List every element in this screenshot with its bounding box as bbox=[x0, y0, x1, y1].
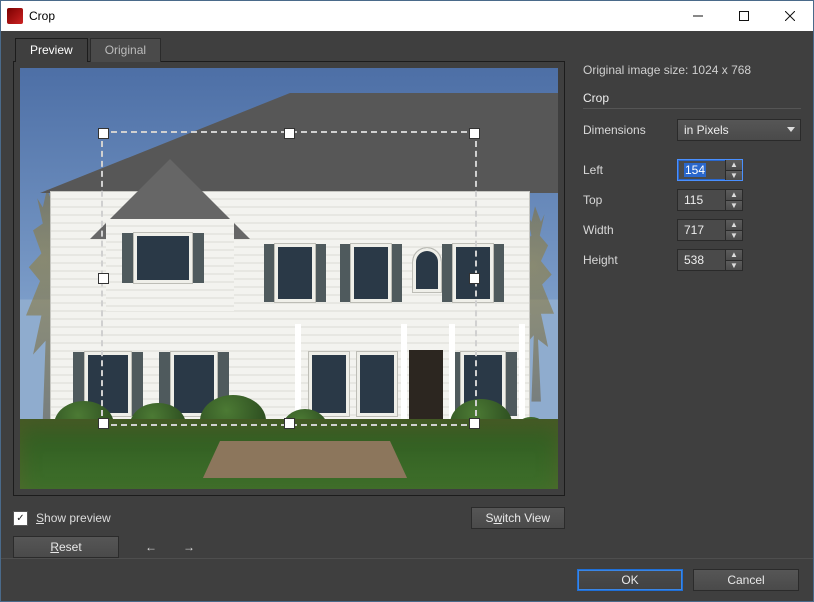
close-button[interactable] bbox=[767, 1, 813, 31]
spin-up-icon[interactable]: ▲ bbox=[726, 220, 742, 231]
dimensions-label: Dimensions bbox=[583, 123, 669, 137]
dimensions-select[interactable]: in Pixels bbox=[677, 119, 801, 141]
crop-handle-ne[interactable] bbox=[469, 128, 480, 139]
ok-button[interactable]: OK bbox=[577, 569, 683, 591]
width-spinbox[interactable]: 717 ▲▼ bbox=[677, 219, 743, 241]
titlebar: Crop bbox=[1, 1, 813, 31]
image-canvas[interactable] bbox=[20, 68, 558, 489]
close-icon bbox=[785, 11, 795, 21]
chevron-down-icon bbox=[786, 123, 796, 138]
spin-down-icon[interactable]: ▼ bbox=[726, 261, 742, 271]
cancel-button[interactable]: Cancel bbox=[693, 569, 799, 591]
left-spinbox[interactable]: 154 ▲▼ bbox=[677, 159, 743, 181]
crop-handle-w[interactable] bbox=[98, 273, 109, 284]
top-label: Top bbox=[583, 193, 669, 207]
show-preview-label: Show preview bbox=[36, 511, 111, 525]
height-spinbox[interactable]: 538 ▲▼ bbox=[677, 249, 743, 271]
app-icon bbox=[7, 8, 23, 24]
tab-original[interactable]: Original bbox=[90, 38, 161, 62]
tabstrip: Preview Original bbox=[13, 35, 565, 61]
original-size-info: Original image size: 1024 x 768 bbox=[583, 63, 801, 77]
spin-down-icon[interactable]: ▼ bbox=[726, 171, 742, 181]
crop-handle-e[interactable] bbox=[469, 273, 480, 284]
crop-selection[interactable] bbox=[101, 131, 478, 426]
maximize-button[interactable] bbox=[721, 1, 767, 31]
maximize-icon bbox=[739, 11, 749, 21]
spin-up-icon[interactable]: ▲ bbox=[726, 190, 742, 201]
window-title: Crop bbox=[29, 9, 55, 23]
settings-panel: Original image size: 1024 x 768 Crop Dim… bbox=[583, 35, 801, 558]
minimize-icon bbox=[693, 11, 703, 21]
reset-button[interactable]: Reset bbox=[13, 536, 119, 558]
next-arrow-icon[interactable]: → bbox=[183, 540, 195, 554]
minimize-button[interactable] bbox=[675, 1, 721, 31]
crop-handle-n[interactable] bbox=[284, 128, 295, 139]
prev-arrow-icon[interactable]: ← bbox=[145, 540, 157, 554]
width-label: Width bbox=[583, 223, 669, 237]
crop-handle-se[interactable] bbox=[469, 418, 480, 429]
crop-section-title: Crop bbox=[583, 91, 801, 109]
switch-view-button[interactable]: Switch View bbox=[471, 507, 566, 529]
crop-handle-s[interactable] bbox=[284, 418, 295, 429]
spin-down-icon[interactable]: ▼ bbox=[726, 201, 742, 211]
spin-up-icon[interactable]: ▲ bbox=[726, 250, 742, 261]
tab-preview[interactable]: Preview bbox=[15, 38, 88, 62]
spin-up-icon[interactable]: ▲ bbox=[726, 160, 742, 171]
crop-handle-nw[interactable] bbox=[98, 128, 109, 139]
crop-dialog: Crop Preview Original bbox=[0, 0, 814, 602]
spin-down-icon[interactable]: ▼ bbox=[726, 231, 742, 241]
preview-frame bbox=[13, 61, 565, 496]
show-preview-checkbox[interactable]: ✓ bbox=[13, 511, 28, 526]
height-label: Height bbox=[583, 253, 669, 267]
crop-handle-sw[interactable] bbox=[98, 418, 109, 429]
left-label: Left bbox=[583, 163, 669, 177]
dialog-footer: OK Cancel bbox=[1, 558, 813, 601]
top-spinbox[interactable]: 115 ▲▼ bbox=[677, 189, 743, 211]
